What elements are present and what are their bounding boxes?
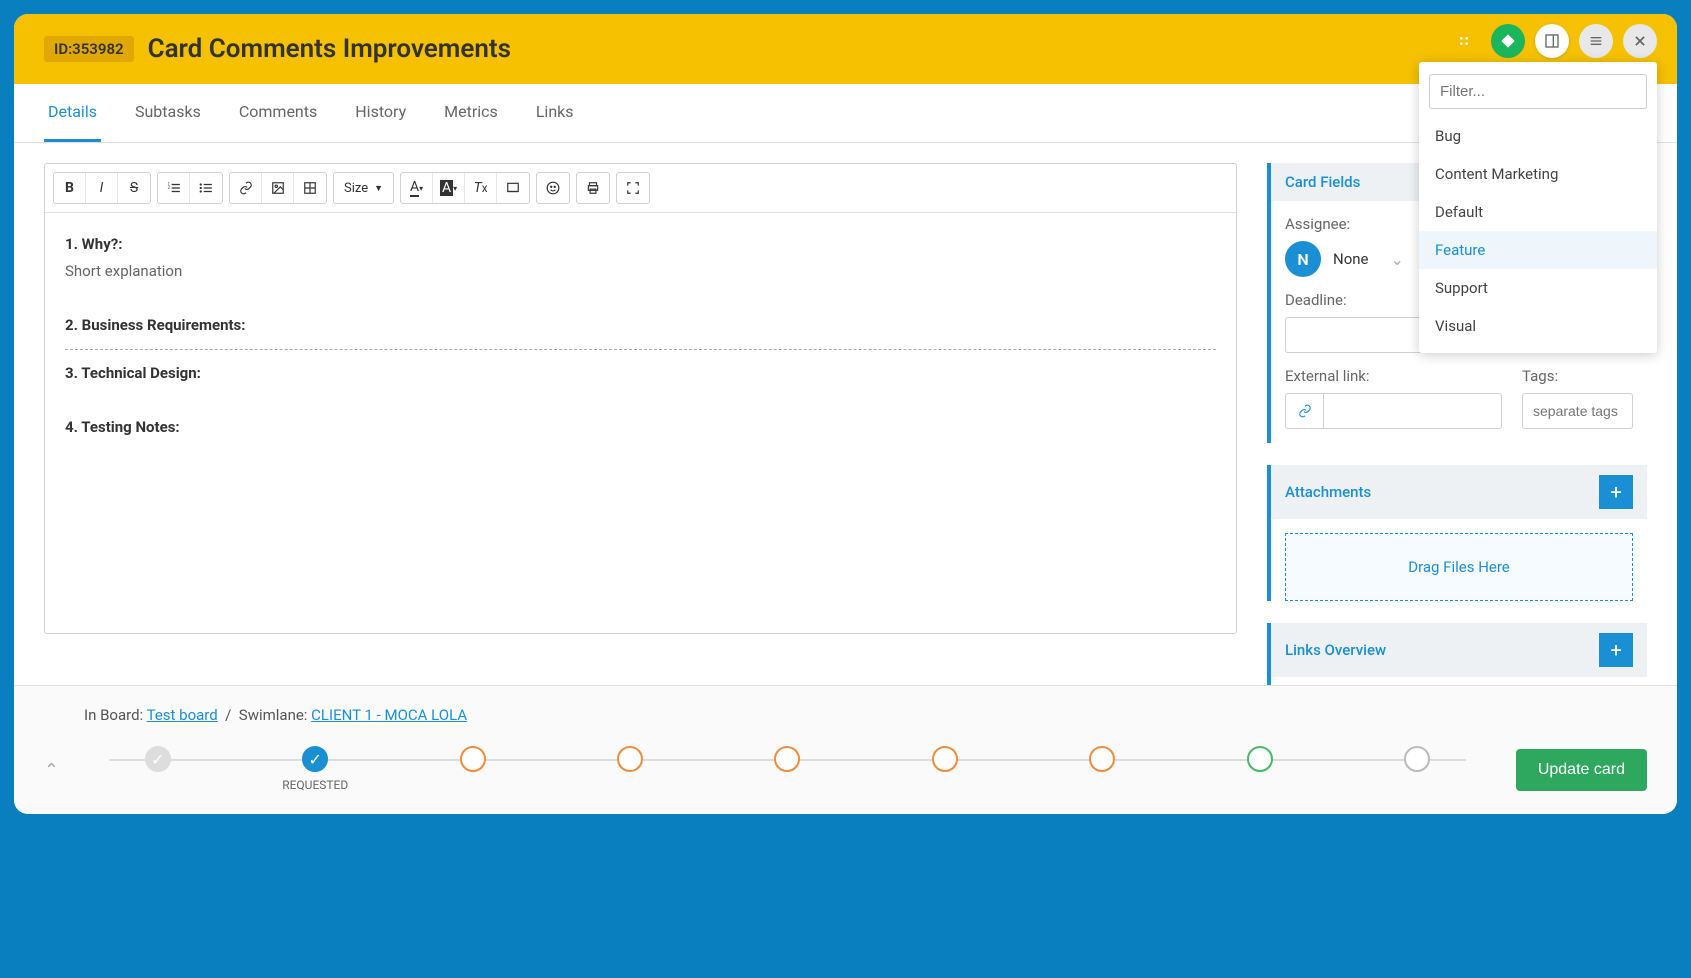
description-editor: B I S 12 Size▼ [44,163,1237,634]
strike-button[interactable]: S [118,173,150,203]
clear-format-button[interactable]: Tx [465,173,497,203]
italic-button[interactable]: I [86,173,118,203]
tags-input[interactable] [1522,393,1633,429]
assignee-value: None [1333,250,1369,268]
tab-comments[interactable]: Comments [235,84,321,142]
code-button[interactable] [497,173,529,203]
step[interactable] [551,746,708,794]
image-button[interactable] [262,173,294,203]
chevron-down-icon: ⌄ [1391,250,1404,269]
editor-toolbar: B I S 12 Size▼ [45,164,1236,213]
print-button[interactable] [577,173,609,203]
menu-icon[interactable] [1579,24,1613,58]
step[interactable] [1181,746,1338,794]
bg-color-button[interactable]: A▾ [433,173,465,203]
step[interactable] [709,746,866,794]
panel-title: Card Fields [1285,173,1360,191]
emoji-button[interactable] [537,173,569,203]
link-button[interactable] [230,173,262,203]
editor-content[interactable]: 1. Why?: Short explanation 2. Business R… [45,213,1236,633]
size-dropdown[interactable]: Size▼ [334,173,393,203]
card-title[interactable]: Card Comments Improvements [148,34,511,64]
type-dropdown: Bug Content Marketing Default Feature Su… [1419,62,1657,353]
step-requested[interactable]: ✓REQUESTED [237,746,394,794]
ul-button[interactable] [190,173,222,203]
dropdown-filter-input[interactable] [1429,74,1647,109]
attachments-panel: Attachments + Drag Files Here [1267,465,1647,601]
table-button[interactable] [294,173,326,203]
step[interactable] [1024,746,1181,794]
editor-line: 3. Technical Design: [65,360,1216,387]
dropdown-item[interactable]: Content Marketing [1419,155,1657,193]
add-attachment-button[interactable]: + [1599,475,1633,509]
id-badge: ID:353982 [44,36,134,62]
ol-button[interactable]: 12 [158,173,190,203]
editor-line: 4. Testing Notes: [65,414,1216,441]
tab-metrics[interactable]: Metrics [440,84,502,142]
fullscreen-button[interactable] [617,173,649,203]
tags-label: Tags: [1522,367,1633,385]
dropdown-item[interactable]: Default [1419,193,1657,231]
update-card-button[interactable]: Update card [1516,749,1647,791]
editor-line: 1. Why?: [65,231,1216,258]
editor-line: 2. Business Requirements: [65,312,1216,339]
tab-links[interactable]: Links [532,84,578,142]
close-icon[interactable] [1623,24,1657,58]
editor-divider [65,349,1216,350]
card-footer: In Board: Test board / Swimlane: CLIENT … [14,685,1677,814]
layout-icon[interactable] [1535,24,1569,58]
workflow-steps: ✓ ✓REQUESTED [79,746,1496,794]
dropdown-item[interactable]: Visual [1419,307,1657,345]
collapse-arrow-icon[interactable]: ⌃ [44,760,59,781]
tab-details[interactable]: Details [44,84,101,142]
dropdown-item[interactable]: Feature [1419,231,1657,269]
link-icon[interactable] [1285,393,1323,429]
panel-title: Links Overview [1285,641,1386,659]
step[interactable] [1338,746,1495,794]
avatar: N [1285,241,1321,277]
dropdown-item[interactable]: Support [1419,269,1657,307]
extlink-label: External link: [1285,367,1502,385]
file-dropzone[interactable]: Drag Files Here [1285,533,1633,601]
extlink-input[interactable] [1323,393,1502,429]
tab-subtasks[interactable]: Subtasks [131,84,205,142]
step[interactable] [866,746,1023,794]
palette-icon[interactable] [1447,24,1481,58]
priority-icon[interactable] [1491,24,1525,58]
bold-button[interactable]: B [54,173,86,203]
breadcrumb: In Board: Test board / Swimlane: CLIENT … [44,698,1647,732]
card-modal: Bug Content Marketing Default Feature Su… [14,14,1677,814]
board-link[interactable]: Test board [147,706,218,724]
svg-text:2: 2 [167,185,170,190]
dropdown-item[interactable]: Bug [1419,117,1657,155]
editor-line: Short explanation [65,258,1216,285]
step-done[interactable]: ✓ [79,746,236,794]
top-icon-bar [1447,24,1657,58]
swimlane-link[interactable]: CLIENT 1 - MOCA LOLA [311,706,467,724]
step[interactable] [394,746,551,794]
panel-title: Attachments [1285,483,1371,501]
add-link-button[interactable]: + [1599,633,1633,667]
tab-history[interactable]: History [351,84,410,142]
text-color-button[interactable]: A▾ [401,173,433,203]
